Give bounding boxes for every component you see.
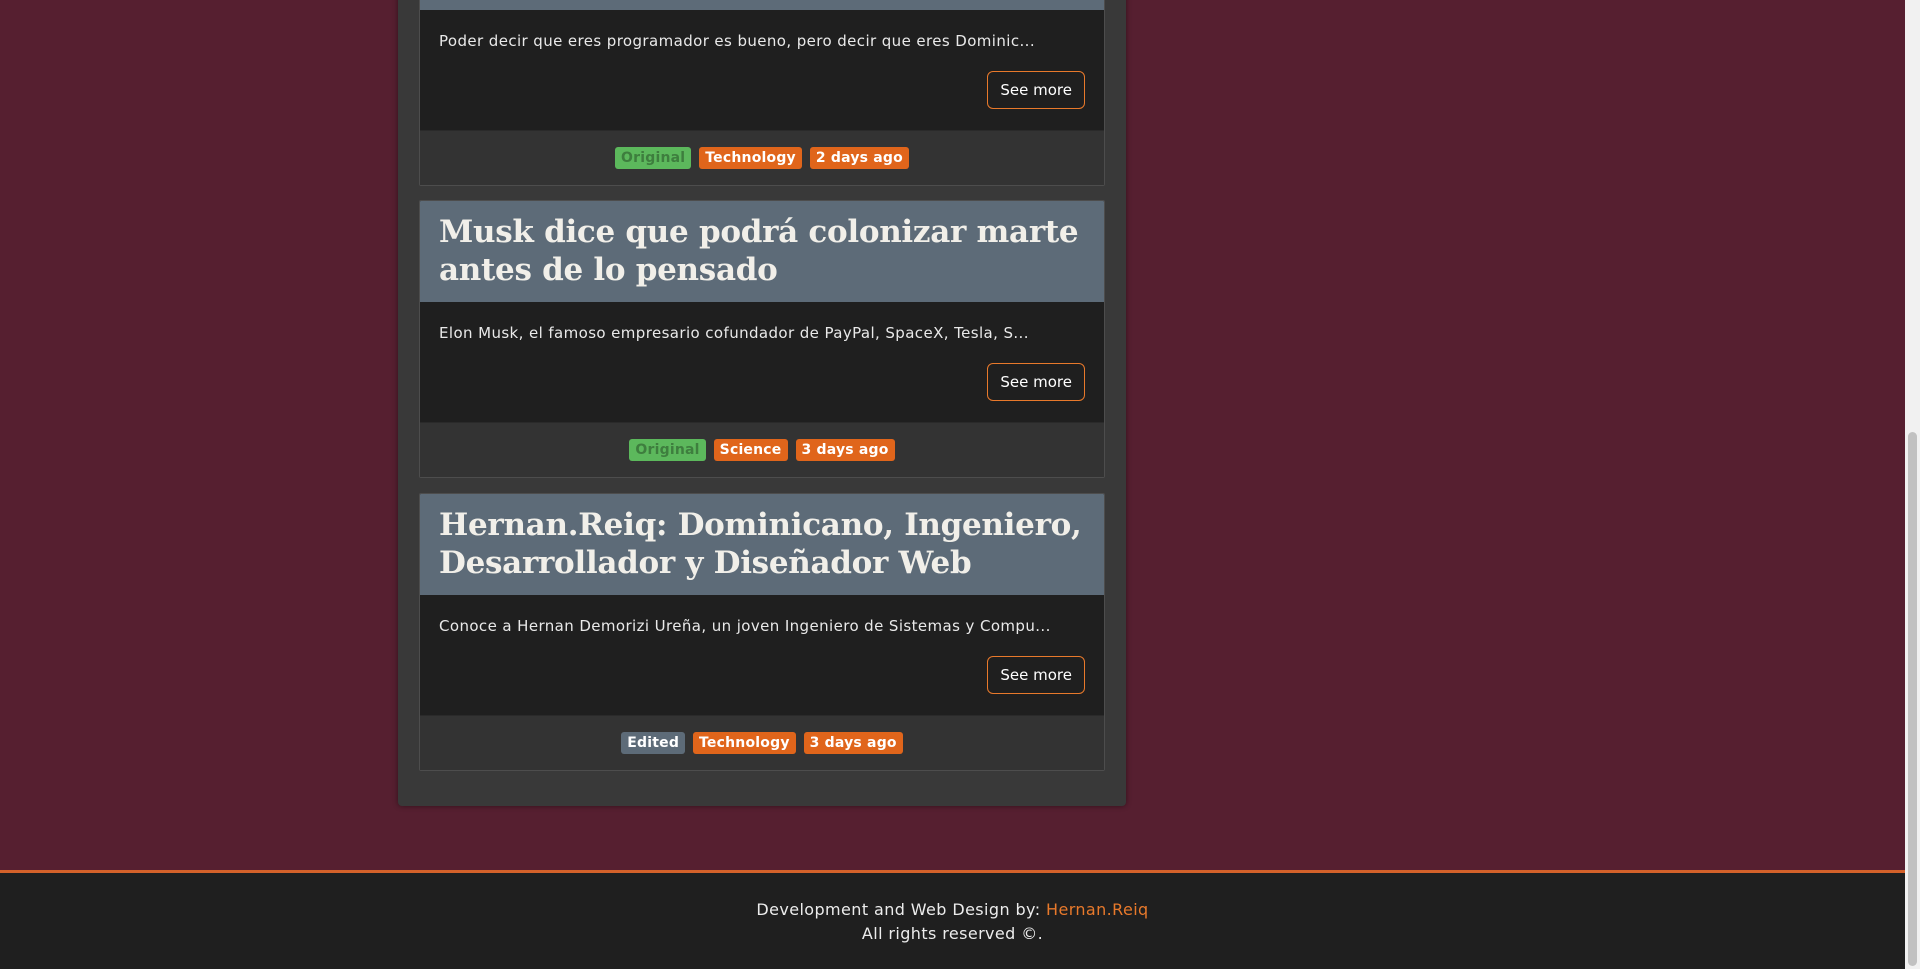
article-card: Hernan.Reiq: Dominicano, Ingeniero, Desa… <box>419 493 1105 771</box>
status-badge: Edited <box>621 732 686 754</box>
article-card: Musk dice que podrá colonizar marte ante… <box>419 200 1105 478</box>
article-excerpt: Conoce a Hernan Demorizi Ureña, un joven… <box>439 617 1051 635</box>
see-more-button[interactable]: See more <box>987 363 1085 401</box>
see-more-button[interactable]: See more <box>987 71 1085 109</box>
time-badge: 3 days ago <box>795 439 895 461</box>
article-tags: Edited Technology 3 days ago <box>420 715 1104 770</box>
article-card: Poder decir que eres programador es buen… <box>419 0 1105 186</box>
footer-rights: All rights reserved ©. <box>861 924 1044 943</box>
article-header: Hernan.Reiq: Dominicano, Ingeniero, Desa… <box>420 494 1104 595</box>
footer-credit-text: Development and Web Design by: <box>756 900 1047 919</box>
category-badge: Science <box>713 439 788 461</box>
footer-credit: Development and Web Design by: Hernan.Re… <box>0 900 1905 919</box>
article-header: Musk dice que podrá colonizar marte ante… <box>420 201 1104 302</box>
article-body: Conoce a Hernan Demorizi Ureña, un joven… <box>420 595 1104 715</box>
scrollbar-thumb[interactable] <box>1908 432 1917 966</box>
article-tags: Original Technology 2 days ago <box>420 130 1104 185</box>
site-footer: Development and Web Design by: Hernan.Re… <box>0 870 1905 969</box>
article-excerpt: Poder decir que eres programador es buen… <box>439 32 1035 50</box>
page-scrollbar[interactable] <box>1905 0 1920 969</box>
article-excerpt: Elon Musk, el famoso empresario cofundad… <box>439 324 1029 342</box>
category-badge: Technology <box>693 732 796 754</box>
article-title[interactable]: Musk dice que podrá colonizar marte ante… <box>439 213 1085 289</box>
article-header <box>420 0 1104 10</box>
article-title[interactable]: Hernan.Reiq: Dominicano, Ingeniero, Desa… <box>439 506 1085 582</box>
article-tags: Original Science 3 days ago <box>420 422 1104 477</box>
category-badge: Technology <box>699 147 802 169</box>
author-link[interactable]: Hernan.Reiq <box>1046 900 1149 919</box>
status-badge: Original <box>629 439 706 461</box>
article-body: Elon Musk, el famoso empresario cofundad… <box>420 302 1104 422</box>
time-badge: 3 days ago <box>803 732 903 754</box>
status-badge: Original <box>615 147 692 169</box>
article-body: Poder decir que eres programador es buen… <box>420 10 1104 130</box>
time-badge: 2 days ago <box>809 147 909 169</box>
see-more-button[interactable]: See more <box>987 656 1085 694</box>
